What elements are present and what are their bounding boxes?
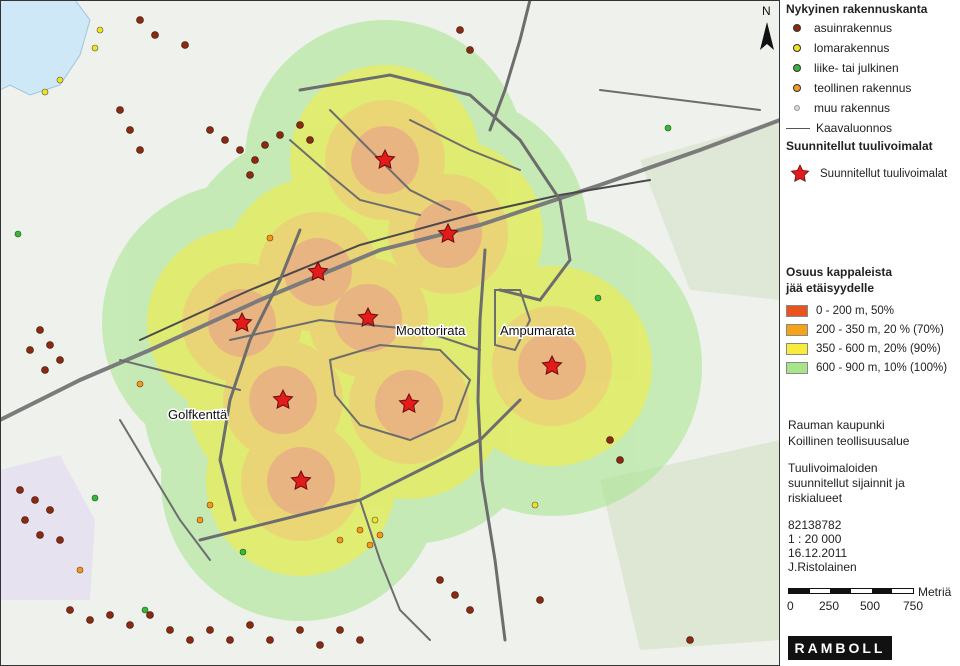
legend-item-residential: asuinrakennus bbox=[790, 21, 892, 35]
info-area: Koillinen teollisuusalue bbox=[788, 434, 910, 448]
legend-item-industrial: teollinen rakennus bbox=[790, 81, 911, 95]
legend-item-turbine: Suunnitellut tuulivoimalat bbox=[790, 164, 947, 184]
legend-item-other: muu rakennus bbox=[790, 101, 890, 115]
ramboll-logo: RAMBOLL bbox=[788, 636, 892, 660]
label-ampumarata: Ampumarata bbox=[500, 323, 575, 338]
scale-bar bbox=[788, 588, 914, 594]
legend-label: 600 - 900 m, 10% (100%) bbox=[816, 362, 948, 374]
star-icon bbox=[790, 164, 810, 183]
swatch-yellow bbox=[786, 343, 808, 355]
info-date: 16.12.2011 bbox=[788, 546, 848, 560]
line-icon bbox=[786, 127, 810, 129]
legend-label: muu rakennus bbox=[814, 101, 891, 115]
legend-zone-200-350: 200 - 350 m, 20 % (70%) bbox=[786, 324, 944, 336]
legend-label: lomarakennus bbox=[814, 41, 890, 55]
legend-label: 200 - 350 m, 20 % (70%) bbox=[816, 324, 944, 336]
info-title-3: riskialueet bbox=[788, 491, 843, 505]
legend-label: Suunnitellut tuulivoimalat bbox=[820, 168, 948, 180]
info-author: J.Ristolainen bbox=[788, 560, 857, 574]
legend-zones-title-1: Osuus kappaleista bbox=[786, 265, 893, 279]
scale-tick-250: 250 bbox=[819, 599, 840, 613]
legend-panel: Nykyinen rakennuskanta asuinrakennus lom… bbox=[782, 0, 960, 666]
label-moottorirata: Moottorirata bbox=[396, 323, 466, 338]
legend-label: teollinen rakennus bbox=[814, 81, 912, 95]
north-label: N bbox=[762, 4, 771, 18]
legend-item-holiday: lomarakennus bbox=[790, 41, 889, 55]
info-scale: 1 : 20 000 bbox=[788, 532, 842, 546]
dot-yellow-icon bbox=[790, 41, 804, 55]
legend-buildings-title: Nykyinen rakennuskanta bbox=[786, 2, 928, 16]
legend-zone-600-900: 600 - 900 m, 10% (100%) bbox=[786, 362, 947, 374]
swatch-orange bbox=[786, 324, 808, 336]
info-city: Rauman kaupunki bbox=[788, 418, 885, 432]
scale-unit: Metriä bbox=[918, 585, 952, 599]
dot-brown-icon bbox=[790, 21, 804, 35]
risk-zone-map: Moottorirata Ampumarata Golfkenttä N bbox=[0, 0, 780, 666]
info-title-2: suunnitellut sijainnit ja bbox=[788, 476, 905, 490]
swatch-green bbox=[786, 362, 808, 374]
info-title-1: Tuulivoimaloiden bbox=[788, 461, 878, 475]
scale-tick-0: 0 bbox=[787, 599, 794, 613]
legend-item-plan: Kaavaluonnos bbox=[786, 121, 892, 135]
legend-label: liike- tai julkinen bbox=[814, 61, 899, 75]
legend-label: 0 - 200 m, 50% bbox=[816, 305, 894, 317]
info-project-number: 82138782 bbox=[788, 518, 842, 532]
scale-tick-750: 750 bbox=[903, 599, 924, 613]
dot-green-icon bbox=[790, 61, 804, 75]
legend-turbines-title: Suunnitellut tuulivoimalat bbox=[786, 139, 933, 153]
legend-label: Kaavaluonnos bbox=[816, 121, 893, 135]
label-golfkentta: Golfkenttä bbox=[168, 407, 228, 422]
legend-zones-title-2: jää etäisyydelle bbox=[786, 281, 875, 295]
dot-grey-icon bbox=[790, 101, 804, 115]
legend-label: 350 - 600 m, 20% (90%) bbox=[816, 343, 941, 355]
dot-orange-icon bbox=[790, 81, 804, 95]
legend-label: asuinrakennus bbox=[814, 21, 893, 35]
swatch-red bbox=[786, 305, 808, 317]
legend-item-commercial: liike- tai julkinen bbox=[790, 61, 899, 75]
scale-tick-500: 500 bbox=[860, 599, 881, 613]
legend-zone-0-200: 0 - 200 m, 50% bbox=[786, 305, 894, 317]
legend-zone-350-600: 350 - 600 m, 20% (90%) bbox=[786, 343, 941, 355]
logo-text: RAMBOLL bbox=[794, 640, 886, 656]
